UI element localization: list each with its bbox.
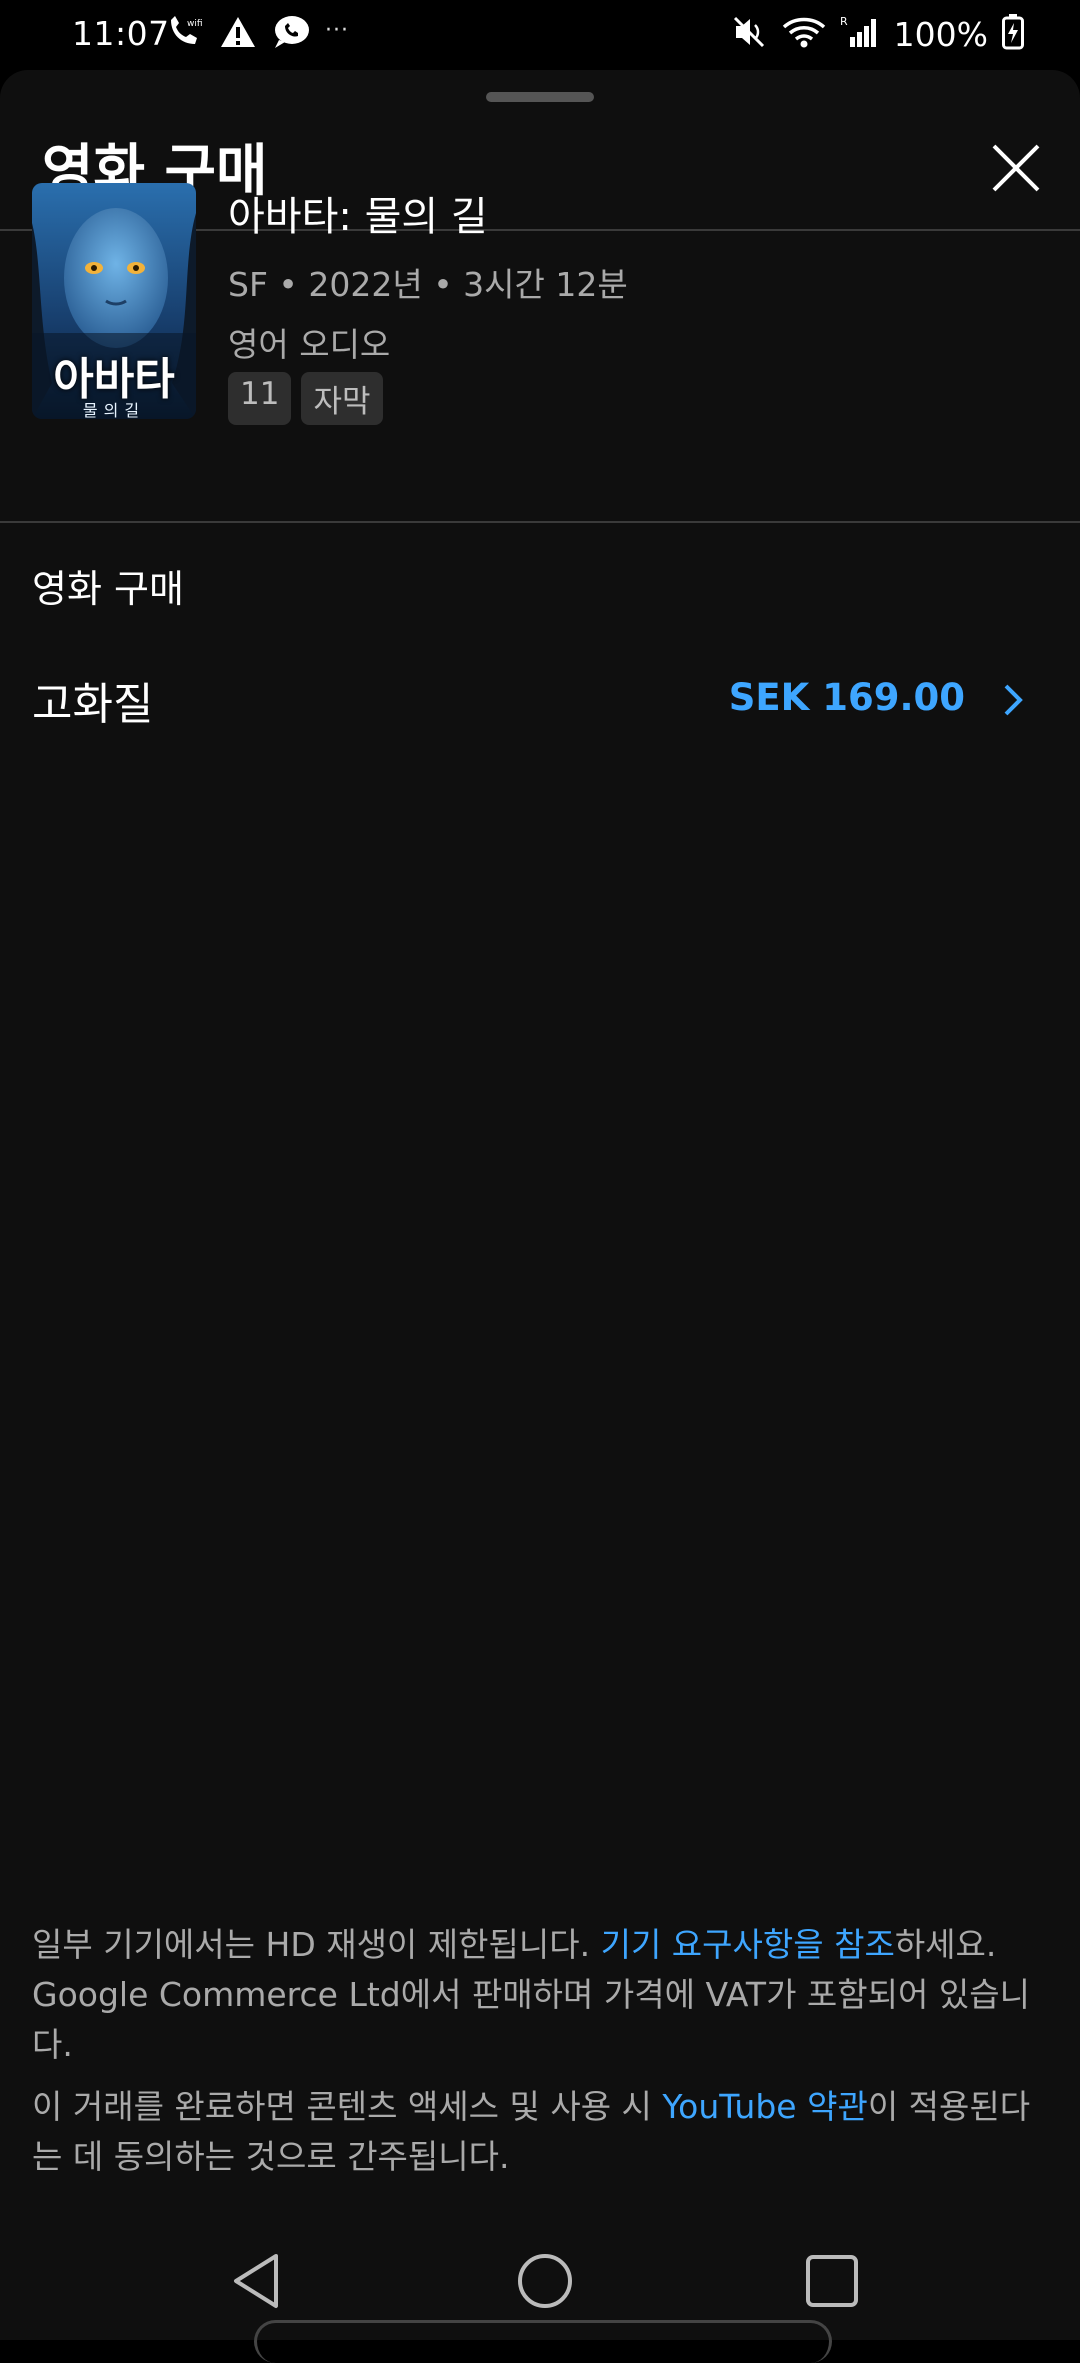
wifi-calling-icon: wifi	[165, 14, 205, 54]
battery-charging-icon	[1002, 14, 1024, 54]
poster-subtitle: 물의길	[82, 401, 146, 419]
status-bar: 11:07 wifi ··· R 100%	[0, 0, 1080, 70]
gesture-pill	[254, 2320, 832, 2363]
device-requirements-link[interactable]: 기기 요구사항을 참조	[601, 1925, 895, 1964]
terms-notice-text: 이 거래를 완료하면 콘텐츠 액세스 및 사용 시	[32, 2087, 663, 2126]
close-icon	[992, 144, 1040, 192]
status-right-icons: R 100%	[732, 14, 1024, 54]
back-icon	[234, 2254, 278, 2308]
drag-handle[interactable]	[486, 92, 594, 102]
more-dots-icon: ···	[325, 17, 349, 43]
movie-audio: 영어 오디오	[228, 325, 391, 364]
purchase-option-hd[interactable]: 고화질 SEK 169.00	[0, 646, 1080, 756]
hd-notice-text: 일부 기기에서는 HD 재생이 제한됩니다.	[32, 1925, 601, 1964]
divider	[0, 521, 1080, 523]
subtitles-badge: 자막	[301, 372, 383, 425]
status-left-icons: wifi ···	[165, 14, 349, 54]
svg-text:R: R	[840, 15, 848, 28]
home-icon	[518, 2254, 572, 2308]
mute-icon	[732, 15, 768, 53]
chevron-right-icon	[1004, 684, 1023, 716]
movie-title: 아바타: 물의 길	[228, 194, 488, 240]
movie-poster: 아바타 물의길	[32, 183, 196, 419]
option-price: SEK 169.00	[728, 676, 965, 719]
hd-notice: 일부 기기에서는 HD 재생이 제한됩니다. 기기 요구사항을 참조하세요. G…	[32, 1920, 1052, 2070]
legal-footer: 일부 기기에서는 HD 재생이 제한됩니다. 기기 요구사항을 참조하세요. G…	[32, 1920, 1052, 2194]
option-quality-label: 고화질	[32, 679, 154, 730]
terms-notice: 이 거래를 완료하면 콘텐츠 액세스 및 사용 시 YouTube 약관이 적용…	[32, 2082, 1052, 2182]
recents-icon	[806, 2255, 858, 2307]
status-time: 11:07	[72, 14, 170, 53]
home-button[interactable]	[510, 2246, 580, 2316]
svg-text:wifi: wifi	[187, 19, 203, 29]
movie-meta: SF • 2022년 • 3시간 12분	[228, 265, 628, 304]
recents-button[interactable]	[797, 2246, 867, 2316]
wifi-icon	[782, 15, 826, 53]
movie-badges: 11 자막	[228, 372, 383, 425]
purchase-section-label: 영화 구매	[32, 567, 184, 611]
chat-bubble-icon	[271, 14, 311, 54]
warning-icon	[219, 14, 257, 54]
youtube-terms-link[interactable]: YouTube 약관	[662, 2087, 867, 2126]
signal-icon: R	[840, 15, 880, 53]
close-button[interactable]	[980, 132, 1052, 204]
back-button[interactable]	[224, 2246, 294, 2316]
battery-percent: 100%	[893, 14, 988, 54]
age-rating-badge: 11	[228, 372, 292, 425]
navigation-bar	[0, 2220, 1080, 2363]
